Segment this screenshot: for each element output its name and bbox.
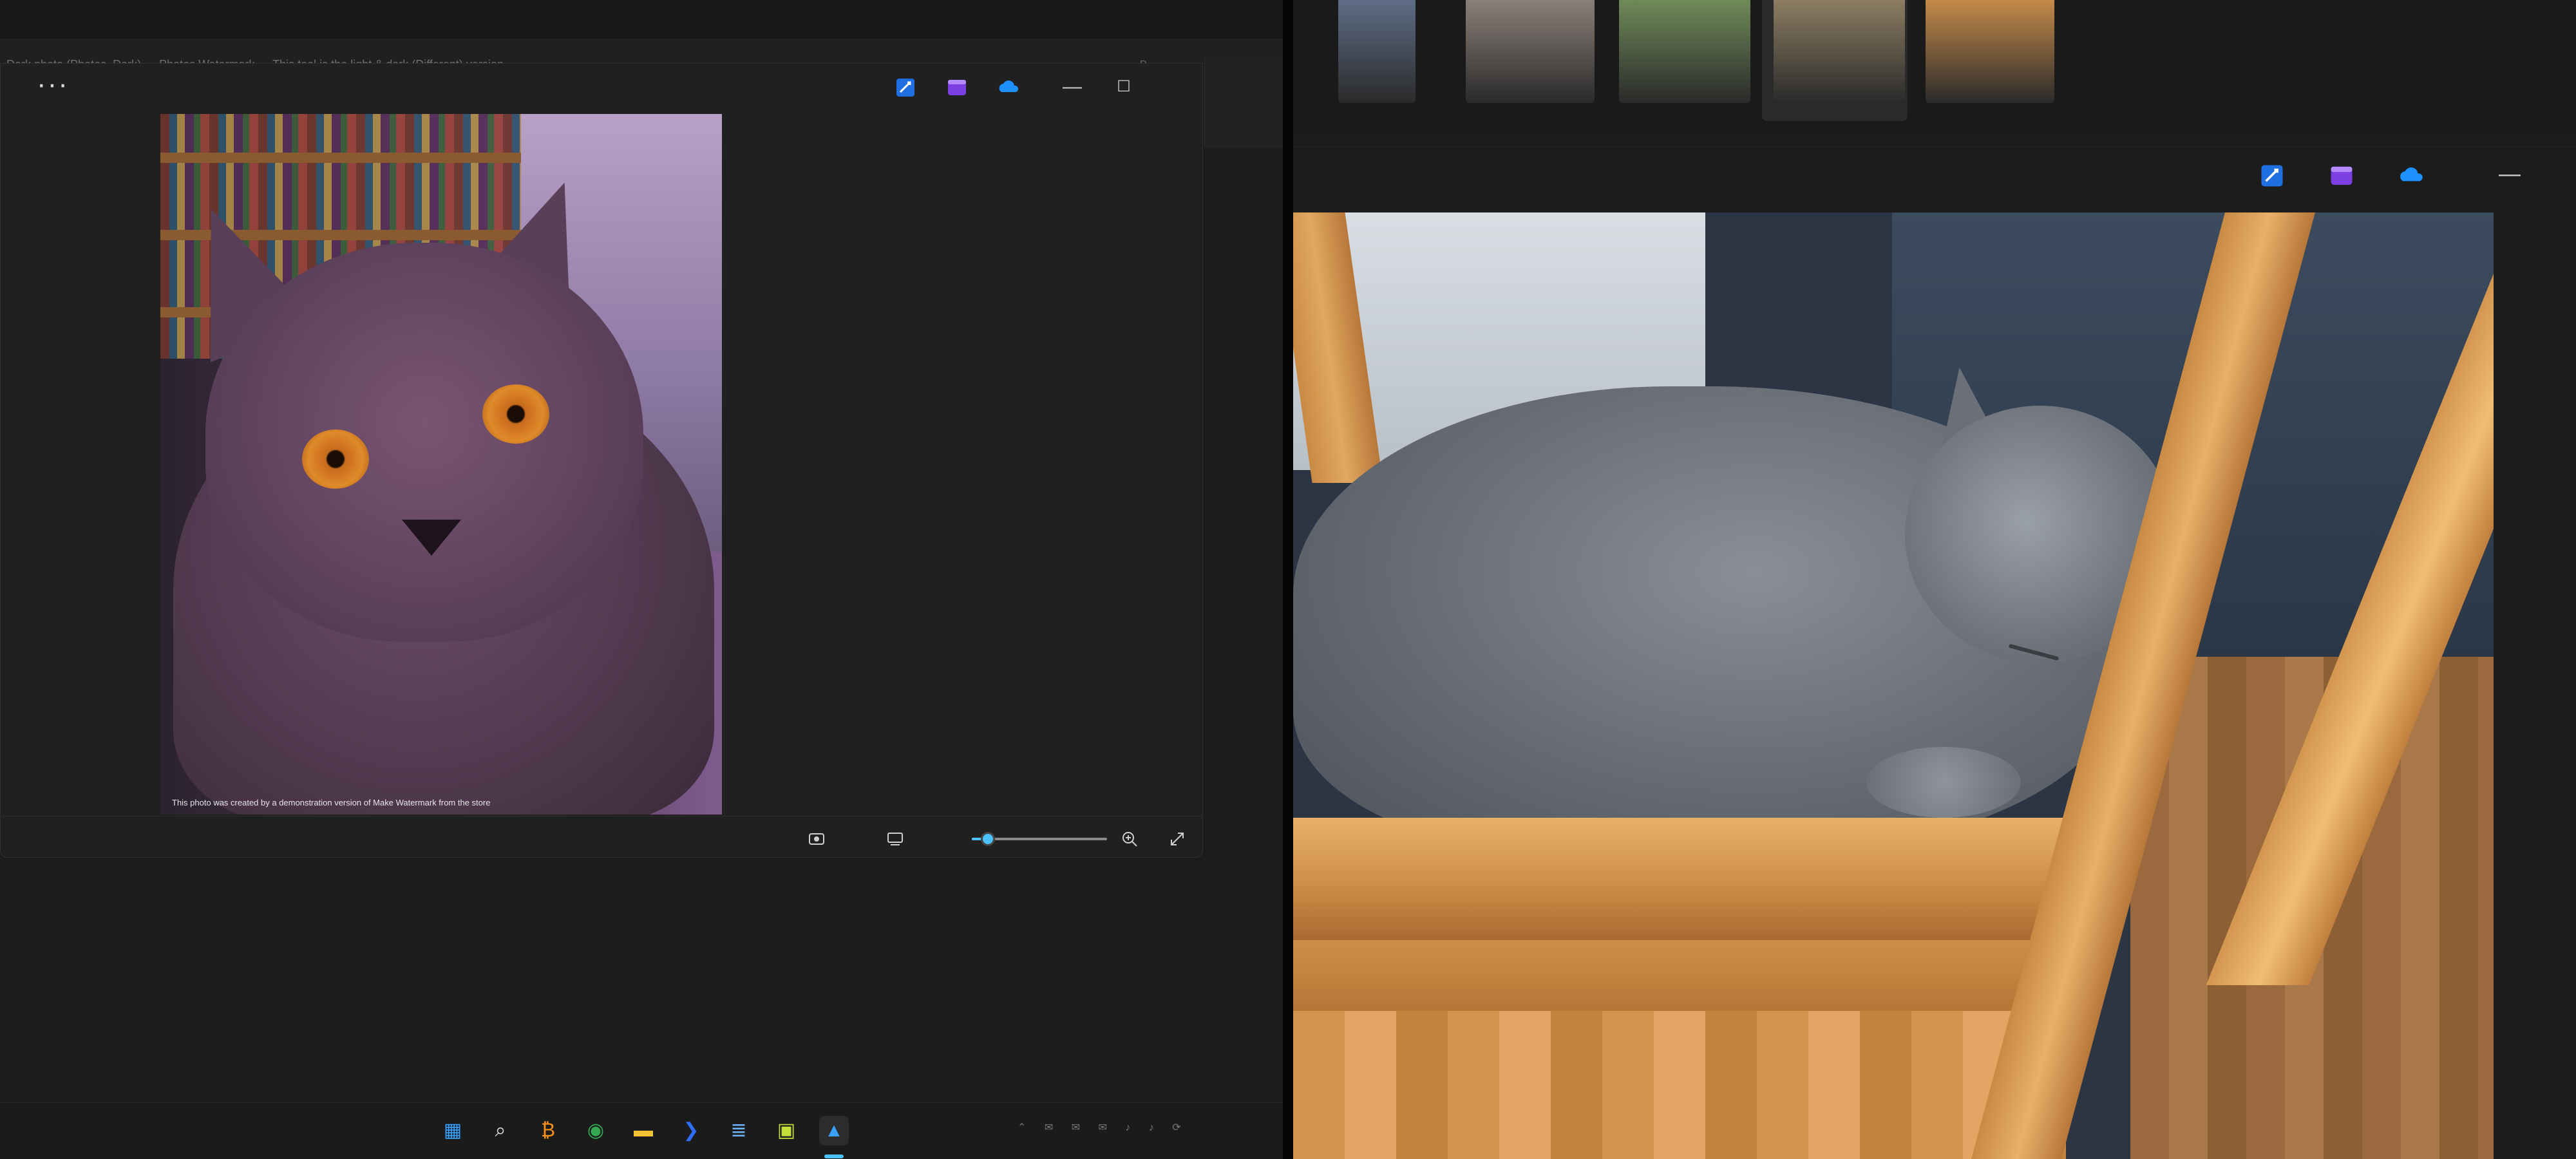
more-options-button[interactable]: ···	[37, 70, 69, 99]
minimize-button[interactable]: —	[1059, 74, 1085, 100]
thumb-sleeping-cat[interactable]	[1926, 0, 2054, 103]
power-automate-icon[interactable]: ❯	[676, 1116, 706, 1145]
screenshot-icon[interactable]	[807, 829, 826, 849]
chair-seat	[1293, 1011, 2066, 1159]
viewer-toolbar: —	[1293, 147, 2576, 209]
onedrive-icon[interactable]	[998, 77, 1019, 99]
photos-viewer-window: ··· — ☐ This photo was created by a demo…	[0, 63, 1203, 858]
cat-eye	[482, 384, 549, 444]
clipchamp-icon[interactable]	[2329, 163, 2354, 189]
bitcoin-app-icon[interactable]: ₿	[533, 1116, 563, 1145]
cat-nose	[402, 520, 461, 556]
chair-beam	[1293, 940, 2085, 1011]
edit-image-icon[interactable]	[2259, 163, 2285, 189]
onedrive-icon[interactable]	[2398, 163, 2424, 189]
fullscreen-icon[interactable]	[1168, 829, 1187, 849]
right-screen-pane: —	[1293, 0, 2576, 1159]
pycharm-icon[interactable]: ▣	[772, 1116, 801, 1145]
photos-icon[interactable]: ▲	[819, 1116, 849, 1145]
maximize-button[interactable]: ☐	[1111, 74, 1137, 100]
start-icon[interactable]: ▦	[438, 1116, 468, 1145]
cat-eye	[302, 429, 369, 489]
shelf-board	[160, 153, 521, 163]
chair-beam	[1293, 818, 2117, 940]
zoom-slider[interactable]	[972, 832, 1107, 846]
cat-portrait-photo: This photo was created by a demonstratio…	[160, 114, 722, 815]
active-app-indicator	[824, 1154, 844, 1158]
background-window-top	[0, 0, 1283, 39]
viewer-bottom-bar	[1, 816, 1202, 858]
search-icon[interactable]: ⌕	[486, 1116, 515, 1145]
notepad-icon[interactable]: ≣	[724, 1116, 753, 1145]
file-explorer-icon[interactable]: ▬	[629, 1116, 658, 1145]
filmstrip	[1293, 0, 2576, 135]
split-divider	[1283, 0, 1293, 1159]
cat-head	[205, 243, 643, 642]
thumb-room[interactable]	[1466, 0, 1595, 103]
background-window-edge	[1204, 58, 1283, 148]
zoom-in-icon[interactable]	[1120, 829, 1139, 849]
cat-paw	[1866, 747, 2021, 818]
clipchamp-icon[interactable]	[946, 77, 968, 99]
thumb-castle[interactable]	[1774, 0, 1905, 103]
taskbar: ▦ ⌕ ₿ ◉ ▬ ❯ ≣ ▣ ▲ ⌃ ✉ ✉ ✉ ♪ ♪ ⟳	[0, 1102, 1283, 1159]
chrome-icon[interactable]: ◉	[581, 1116, 611, 1145]
watermark-text: This photo was created by a demonstratio…	[172, 798, 491, 807]
edit-image-icon[interactable]	[895, 77, 916, 99]
filmstrip-toggle-icon[interactable]	[886, 829, 905, 849]
thumb-landscape[interactable]	[1619, 0, 1750, 103]
left-screen-pane: Dark photo (Photos, Dark) — Photos Water…	[0, 0, 1283, 1159]
zoom-slider-thumb[interactable]	[981, 832, 996, 846]
sleeping-cat-photo	[1293, 212, 2494, 1159]
system-tray[interactable]: ⌃ ✉ ✉ ✉ ♪ ♪ ⟳	[1018, 1121, 1275, 1140]
thumb-person[interactable]	[1338, 0, 1416, 103]
minimize-button[interactable]: —	[2499, 162, 2521, 187]
